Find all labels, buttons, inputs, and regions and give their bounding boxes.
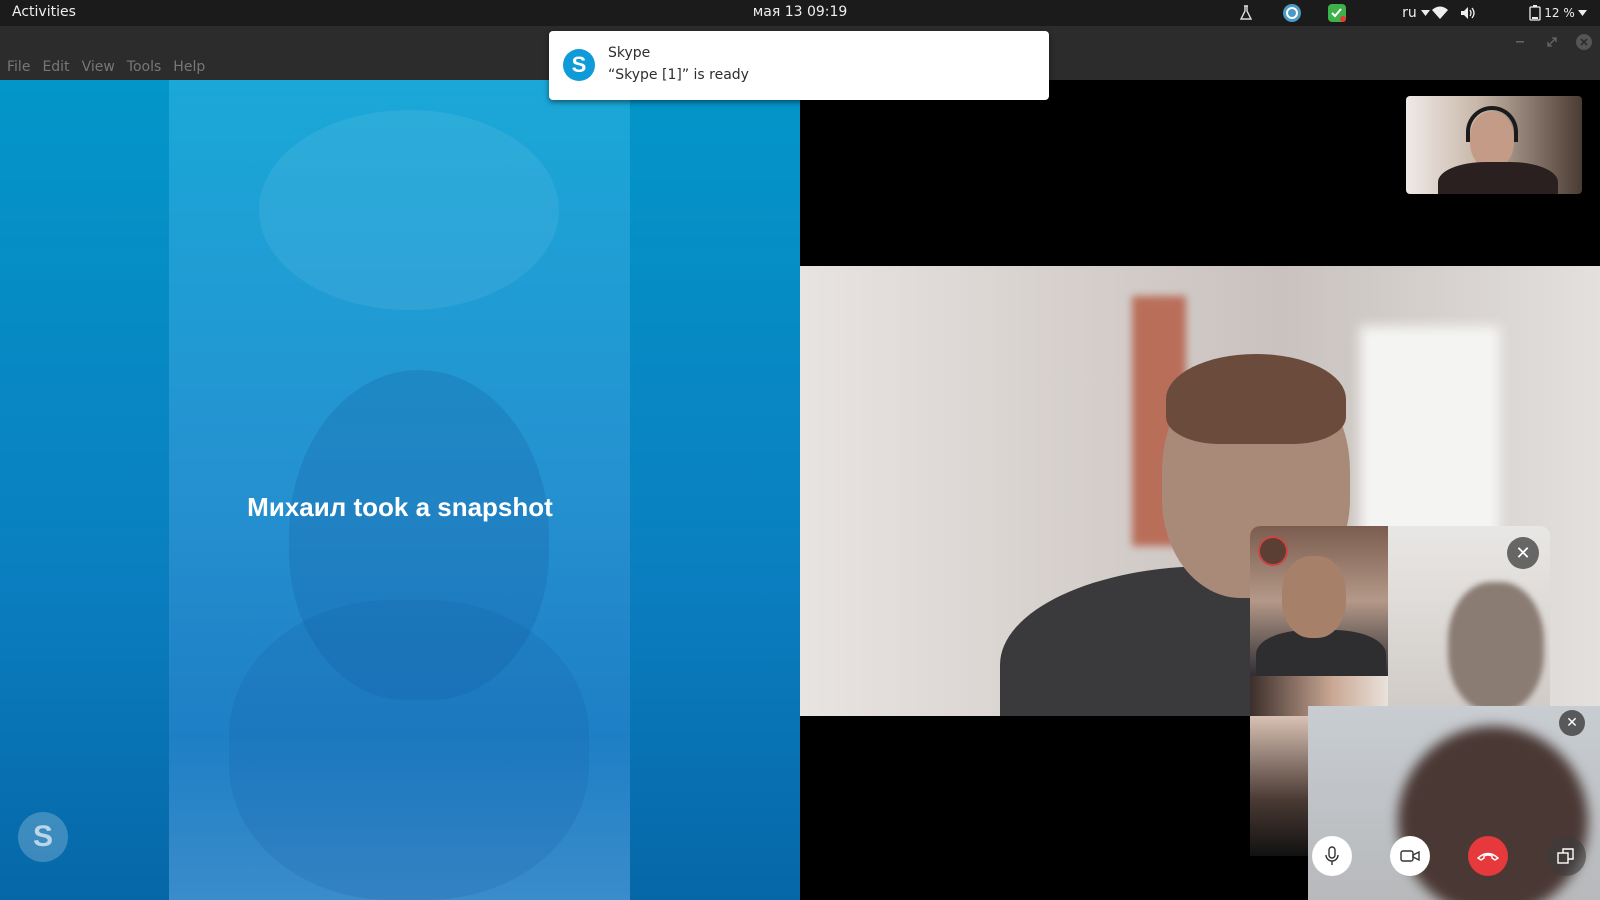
hang-up-button[interactable] xyxy=(1468,836,1508,876)
desktop-notification[interactable]: S Skype “Skype [1]” is ready xyxy=(549,31,1049,100)
menu-file[interactable]: File xyxy=(7,59,30,75)
menu-view[interactable]: View xyxy=(82,59,115,75)
snapshot-panel: Михаил took a snapshot S xyxy=(0,80,800,900)
language-label: ru xyxy=(1402,5,1417,21)
menu-tools[interactable]: Tools xyxy=(127,59,162,75)
video-call-area: ✕ ✕ xyxy=(800,80,1600,900)
notification-title: Skype xyxy=(608,45,651,61)
battery-indicator[interactable]: 12 % xyxy=(1518,3,1598,23)
video-button[interactable] xyxy=(1390,836,1430,876)
system-top-bar: Activities мая 13 09:19 ru 12 % xyxy=(0,0,1600,26)
microphone-icon xyxy=(1325,846,1339,865)
skype-tray-icon[interactable] xyxy=(1281,3,1303,23)
avatar[interactable] xyxy=(1258,536,1288,566)
skype-logo-icon: S xyxy=(18,812,68,862)
flask-icon[interactable] xyxy=(1236,3,1256,23)
clock[interactable]: мая 13 09:19 xyxy=(753,4,848,20)
close-mini-window-button[interactable]: ✕ xyxy=(1507,537,1539,569)
pop-out-icon xyxy=(1557,848,1574,864)
clock-container: мая 13 09:19 xyxy=(0,4,1600,20)
skype-icon: S xyxy=(563,49,595,81)
participant-tile[interactable] xyxy=(1250,716,1308,856)
pop-out-button[interactable] xyxy=(1546,836,1586,876)
close-icon[interactable] xyxy=(1576,34,1592,50)
activities-button[interactable]: Activities xyxy=(12,4,76,20)
volume-icon[interactable] xyxy=(1458,3,1478,23)
chevron-down-icon xyxy=(1577,10,1587,16)
minimize-icon[interactable] xyxy=(1512,34,1528,50)
blurred-snapshot-image xyxy=(169,80,630,900)
hang-up-icon xyxy=(1477,852,1499,861)
video-camera-icon xyxy=(1400,850,1420,862)
snapshot-message: Михаил took a snapshot xyxy=(247,492,553,522)
chevron-down-icon xyxy=(1420,10,1430,16)
mini-call-controls-window[interactable]: ✕ xyxy=(1308,706,1600,900)
wifi-icon[interactable] xyxy=(1430,3,1450,23)
check-shield-icon[interactable] xyxy=(1326,3,1348,23)
menu-bar: File Edit View Tools Help xyxy=(7,59,205,75)
self-view-video[interactable] xyxy=(1406,96,1582,194)
battery-percentage: 12 % xyxy=(1544,6,1575,20)
menu-edit[interactable]: Edit xyxy=(42,59,69,75)
battery-icon xyxy=(1529,5,1541,21)
microphone-button[interactable] xyxy=(1312,836,1352,876)
skype-window: File Edit View Tools Help Михаил took a … xyxy=(0,26,1600,900)
maximize-icon[interactable] xyxy=(1544,34,1560,50)
mini-call-window[interactable]: ✕ xyxy=(1250,526,1550,716)
notification-message: “Skype [1]” is ready xyxy=(608,67,749,83)
menu-help[interactable]: Help xyxy=(173,59,205,75)
close-mini-window-button[interactable]: ✕ xyxy=(1559,710,1585,736)
